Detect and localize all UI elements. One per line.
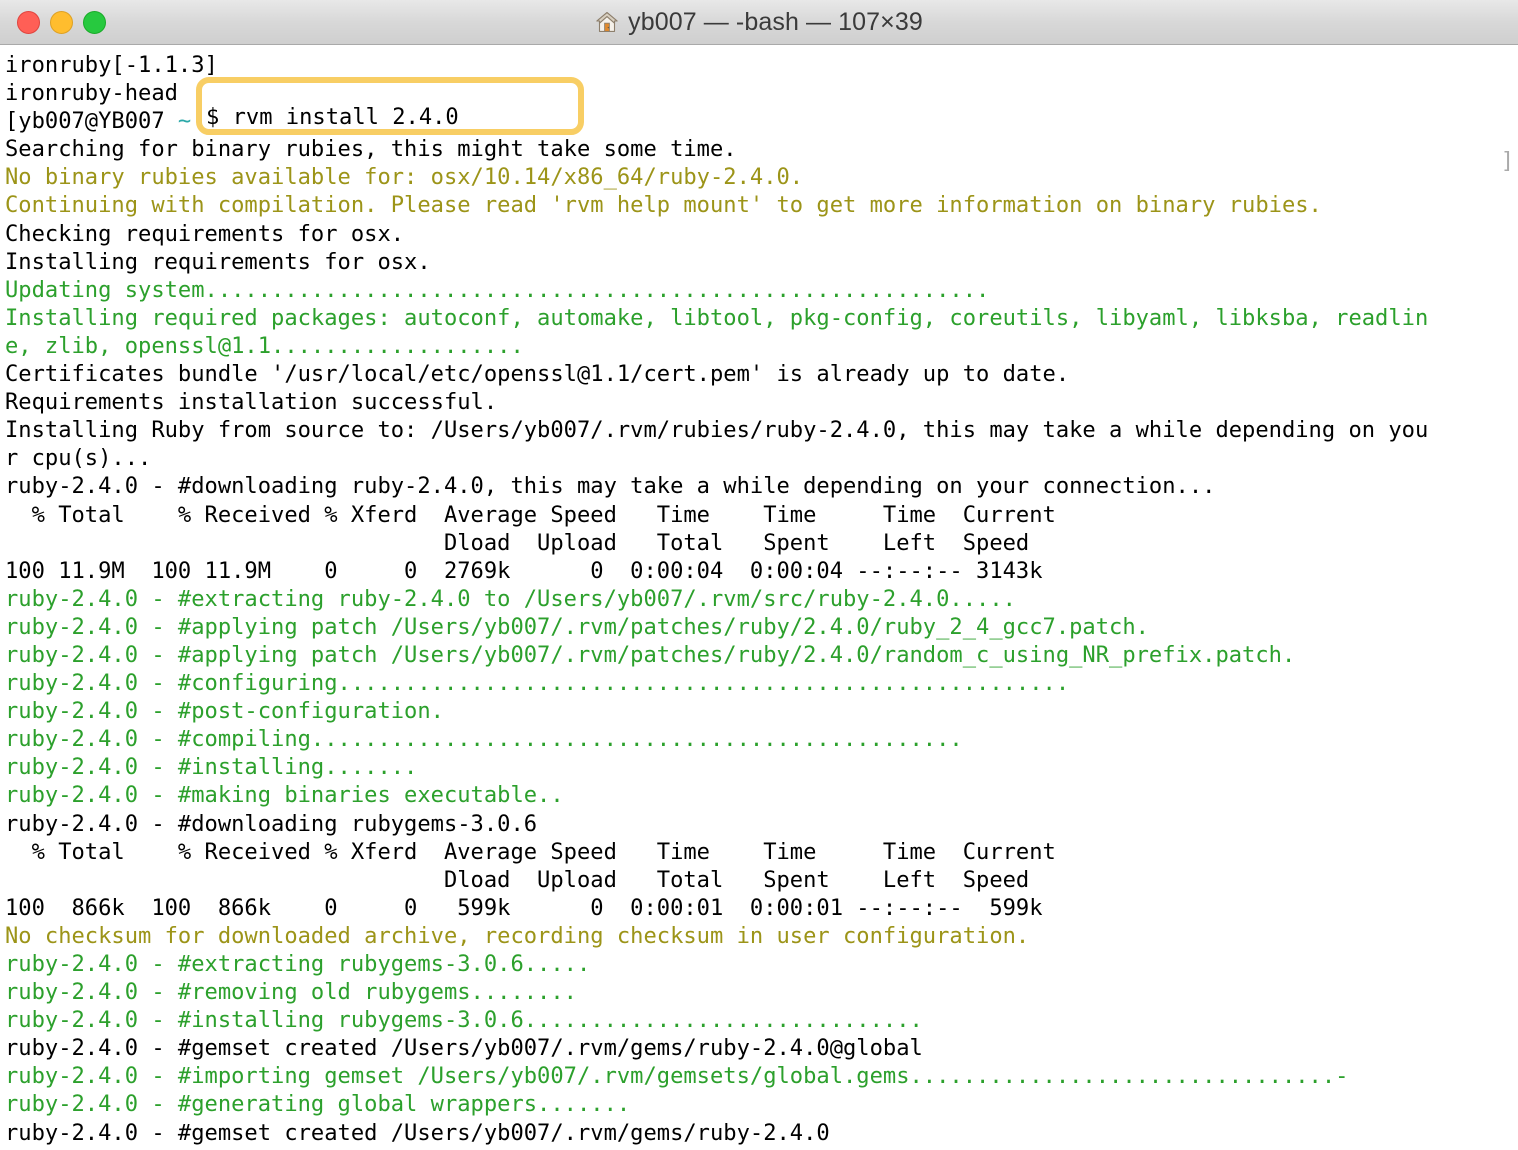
- terminal-line: ruby-2.4.0 - #gemset created /Users/yb00…: [5, 1035, 923, 1062]
- terminal-line: Dload Upload Total Spent Left Speed: [5, 529, 1030, 556]
- terminal-line: ruby-2.4.0 - #applying patch /Users/yb00…: [5, 613, 1149, 640]
- terminal-window: yb007 — -bash — 107×39 ironruby[-1.1.3] i…: [0, 0, 1518, 1150]
- terminal-line: Certificates bundle '/usr/local/etc/open…: [5, 361, 1070, 388]
- terminal-line: 100 11.9M 100 11.9M 0 0 2769k 0 0:00:04 …: [5, 557, 1043, 584]
- terminal-line: ruby-2.4.0 - #applying patch /Users/yb00…: [5, 641, 1296, 668]
- terminal-line: Installing required packages: autoconf, …: [5, 304, 1429, 331]
- highlighted-command-text: $ rvm install 2.4.0: [206, 104, 459, 130]
- terminal-line: ironruby[-1.1.3]: [5, 52, 218, 78]
- prompt-tilde: ~: [177, 108, 192, 135]
- terminal-line: e, zlib, openssl@1.1...................: [5, 332, 524, 359]
- terminal-line: ruby-2.4.0 - #making binaries executable…: [5, 782, 564, 809]
- window-controls: [17, 0, 106, 45]
- terminal-line: % Total % Received % Xferd Average Speed…: [5, 501, 1056, 528]
- terminal-line: Searching for binary rubies, this might …: [5, 136, 737, 163]
- terminal-line: No binary rubies available for: osx/10.1…: [5, 164, 804, 191]
- terminal-line: r cpu(s)...: [5, 445, 152, 472]
- prompt-prefix: [yb007@YB007: [5, 108, 178, 135]
- home-icon: [595, 10, 619, 34]
- title-bar[interactable]: yb007 — -bash — 107×39: [0, 0, 1518, 45]
- terminal-line: ruby-2.4.0 - #compiling.................…: [5, 726, 963, 753]
- window-title: yb007 — -bash — 107×39: [628, 7, 923, 36]
- maximize-button[interactable]: [83, 11, 106, 34]
- terminal-line: Requirements installation successful.: [5, 389, 498, 416]
- terminal-line: ruby-2.4.0 - #removing old rubygems.....…: [5, 979, 577, 1006]
- terminal-line: Checking requirements for osx.: [5, 220, 405, 247]
- terminal-line: ruby-2.4.0 - #extracting ruby-2.4.0 to /…: [5, 585, 1016, 612]
- terminal-line: Dload Upload Total Spent Left Speed: [5, 866, 1030, 893]
- prompt-right-bracket: ]: [1500, 148, 1514, 174]
- terminal-line: Continuing with compilation. Please read…: [5, 192, 1322, 219]
- terminal-output: ironruby[-1.1.3] ironruby-head [yb007@YB00…: [0, 51, 1518, 1147]
- title-wrap: yb007 — -bash — 107×39: [595, 8, 923, 37]
- terminal-line: ruby-2.4.0 - #installing.......: [5, 754, 418, 781]
- terminal-line: ruby-2.4.0 - #extracting rubygems-3.0.6.…: [5, 951, 591, 977]
- terminal-line: ruby-2.4.0 - #downloading rubygems-3.0.6: [5, 810, 538, 837]
- terminal-line: ruby-2.4.0 - #configuring...............…: [5, 670, 1070, 697]
- minimize-button[interactable]: [50, 11, 73, 34]
- terminal-line: Updating system.........................…: [5, 276, 990, 303]
- terminal-line: ruby-2.4.0 - #gemset created /Users/yb00…: [5, 1119, 830, 1146]
- terminal-line: Installing Ruby from source to: /Users/y…: [5, 417, 1429, 444]
- terminal-screen[interactable]: ironruby[-1.1.3] ironruby-head [yb007@YB00…: [0, 45, 1518, 1150]
- terminal-line: ruby-2.4.0 - #downloading ruby-2.4.0, th…: [5, 473, 1216, 500]
- terminal-line: 100 866k 100 866k 0 0 599k 0 0:00:01 0:0…: [5, 894, 1043, 921]
- terminal-line: No checksum for downloaded archive, reco…: [5, 922, 1030, 949]
- terminal-line: Installing requirements for osx.: [5, 248, 431, 275]
- terminal-line: ruby-2.4.0 - #importing gemset /Users/yb…: [5, 1063, 1349, 1090]
- terminal-line: ruby-2.4.0 - #post-configuration.: [5, 698, 444, 725]
- terminal-line: % Total % Received % Xferd Average Speed…: [5, 838, 1056, 865]
- close-button[interactable]: [17, 11, 40, 34]
- terminal-line: ruby-2.4.0 - #generating global wrappers…: [5, 1091, 631, 1118]
- terminal-line: ruby-2.4.0 - #installing rubygems-3.0.6.…: [5, 1007, 923, 1034]
